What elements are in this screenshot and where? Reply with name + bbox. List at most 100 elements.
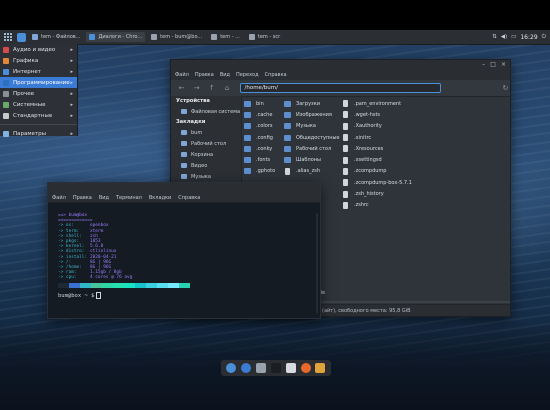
file-item[interactable]: Общедоступные [284, 132, 340, 143]
menu-4[interactable]: Терминал [116, 195, 142, 201]
file-item[interactable]: .xinitrc [342, 132, 412, 143]
file-item[interactable]: .fonts [244, 154, 275, 165]
menu-item-settings[interactable]: Параметры ▸ [0, 128, 77, 139]
file-name: .cache [256, 111, 273, 118]
download-icon[interactable] [315, 363, 326, 373]
terminal-cursor [96, 292, 102, 300]
file-item[interactable]: .zcompdump [342, 166, 412, 177]
menu-item-1[interactable]: Аудио и видео ▸ [0, 44, 77, 55]
maximize-icon[interactable]: □ [490, 61, 496, 68]
taskbar-button[interactable]: tem - Файлов... [29, 32, 83, 42]
file-item[interactable]: Загрузки [284, 98, 340, 109]
menu-item-label: Системные [13, 101, 46, 108]
sidebar-bookmark-2[interactable]: Рабочий стол [171, 138, 241, 149]
location-input[interactable]: /home/bum/ [239, 83, 441, 93]
file-item[interactable]: .zsh_history [342, 188, 412, 199]
menu-item-4[interactable]: Программирование ▸ [0, 77, 77, 88]
volume-icon[interactable]: ◀) [501, 34, 507, 40]
palette-swatch [157, 283, 168, 289]
close-icon[interactable]: × [501, 61, 506, 68]
menu-6[interactable]: Справка [178, 195, 200, 201]
home-icon[interactable]: ⌂ [222, 84, 231, 92]
taskbar-button[interactable]: tem - ... [208, 32, 243, 42]
terminal-icon[interactable] [270, 363, 281, 373]
dock [221, 360, 331, 376]
menu-item-7[interactable]: Стандартные ▸ [0, 110, 77, 121]
file-item[interactable]: .Xauthority [342, 121, 412, 132]
submenu-arrow-icon: ▸ [70, 46, 73, 53]
minimize-icon[interactable]: – [482, 61, 485, 68]
menu-item-6[interactable]: Системные ▸ [0, 99, 77, 110]
menu-bar: Файл Правка Вид Терминал Вкладки Справка [48, 193, 320, 203]
file-item[interactable]: Рабочий стол [284, 143, 340, 154]
taskbar-button[interactable]: tem - scr [246, 32, 283, 42]
menu-2[interactable]: Правка [73, 195, 92, 201]
browser-icon[interactable] [226, 363, 237, 373]
menu-5[interactable]: Справка [265, 72, 287, 78]
terminal-output[interactable]: ==> bum@box ============= -> os: openbox -… [58, 213, 313, 313]
menu-3[interactable]: Вид [99, 195, 109, 201]
firefox-icon[interactable] [300, 363, 311, 373]
menu-item-3[interactable]: Интернет ▸ [0, 66, 77, 77]
menu-item-5[interactable]: Прочее ▸ [0, 88, 77, 99]
window-titlebar[interactable]: – □ × [171, 60, 510, 70]
sidebar-device-1[interactable]: Файловая система [171, 106, 241, 117]
archive-icon[interactable] [256, 363, 267, 373]
menu-item-2[interactable]: Графика ▸ [0, 55, 77, 66]
window-titlebar[interactable] [48, 183, 320, 193]
file-item[interactable]: Шаблоны [284, 154, 340, 165]
power-icon[interactable]: ⏻ [542, 34, 546, 41]
file-item[interactable]: bin [244, 98, 275, 109]
file-name: Рабочий стол [296, 145, 332, 152]
sidebar-bookmark-5[interactable]: Музыка [171, 171, 241, 182]
folder-icon [244, 111, 251, 118]
window-icon [151, 34, 158, 40]
file-name: .zcompdump-box-5.7.1 [354, 179, 412, 186]
network-icon[interactable]: ⇅ [492, 34, 497, 40]
category-icon [3, 112, 9, 119]
file-item[interactable]: .wget-hsts [342, 109, 412, 120]
taskbar-button[interactable]: tem - bum@bo... [148, 32, 205, 42]
file-item[interactable]: .conky [244, 143, 275, 154]
back-arrow-icon[interactable]: ← [177, 84, 186, 92]
file-item[interactable]: .cache [244, 109, 275, 120]
menu-5[interactable]: Вкладки [149, 195, 171, 201]
file-item[interactable]: .gphoto [244, 166, 275, 177]
file-item[interactable]: Музыка [284, 121, 340, 132]
submenu-arrow-icon: ▸ [70, 57, 73, 64]
document-icon [343, 122, 348, 130]
file-item[interactable]: .config [244, 132, 275, 143]
palette-swatch [135, 283, 146, 289]
forward-arrow-icon[interactable]: → [192, 84, 201, 92]
text-editor-icon[interactable] [285, 363, 296, 373]
menu-3[interactable]: Вид [220, 72, 230, 78]
folder-icon [181, 130, 187, 135]
file-item[interactable]: .zcompdump-box-5.7.1 [342, 177, 412, 188]
up-arrow-icon[interactable]: ↑ [207, 84, 216, 92]
taskbar-button[interactable]: Диалоги - Chro... [86, 32, 146, 42]
file-name: Общедоступные [296, 134, 340, 141]
status-text: (айт), свободного места: 95,8 GiB [322, 307, 411, 314]
reload-icon[interactable]: ↻ [501, 84, 510, 92]
file-manager-launcher-icon[interactable] [17, 32, 26, 42]
file-item[interactable]: .pam_environment [342, 98, 412, 109]
sidebar-bookmark-4[interactable]: Видео [171, 160, 241, 171]
menu-4[interactable]: Переход [236, 72, 259, 78]
file-item[interactable]: .zshrc [342, 200, 412, 211]
file-item[interactable]: .Xresources [342, 143, 412, 154]
file-item[interactable]: .alias_zsh [284, 166, 340, 177]
file-item[interactable]: .colors [244, 121, 275, 132]
menu-1[interactable]: Файл [175, 72, 189, 78]
file-item[interactable]: Изображения [284, 109, 340, 120]
file-item[interactable]: .xsettingsd [342, 154, 412, 165]
qbittorrent-icon[interactable] [241, 363, 252, 373]
taskbar-button-label: tem - scr [257, 34, 281, 40]
menu-1[interactable]: Файл [52, 195, 66, 201]
clock[interactable]: 16:29 [520, 34, 537, 41]
sidebar-bookmark-3[interactable]: Корзина [171, 149, 241, 160]
sidebar-bookmark-1[interactable]: bum [171, 127, 241, 138]
menu-2[interactable]: Правка [195, 72, 214, 78]
vertical-scrollbar[interactable] [316, 213, 318, 313]
apps-menu-button[interactable] [2, 31, 14, 43]
battery-icon[interactable]: ▭ [511, 34, 516, 40]
